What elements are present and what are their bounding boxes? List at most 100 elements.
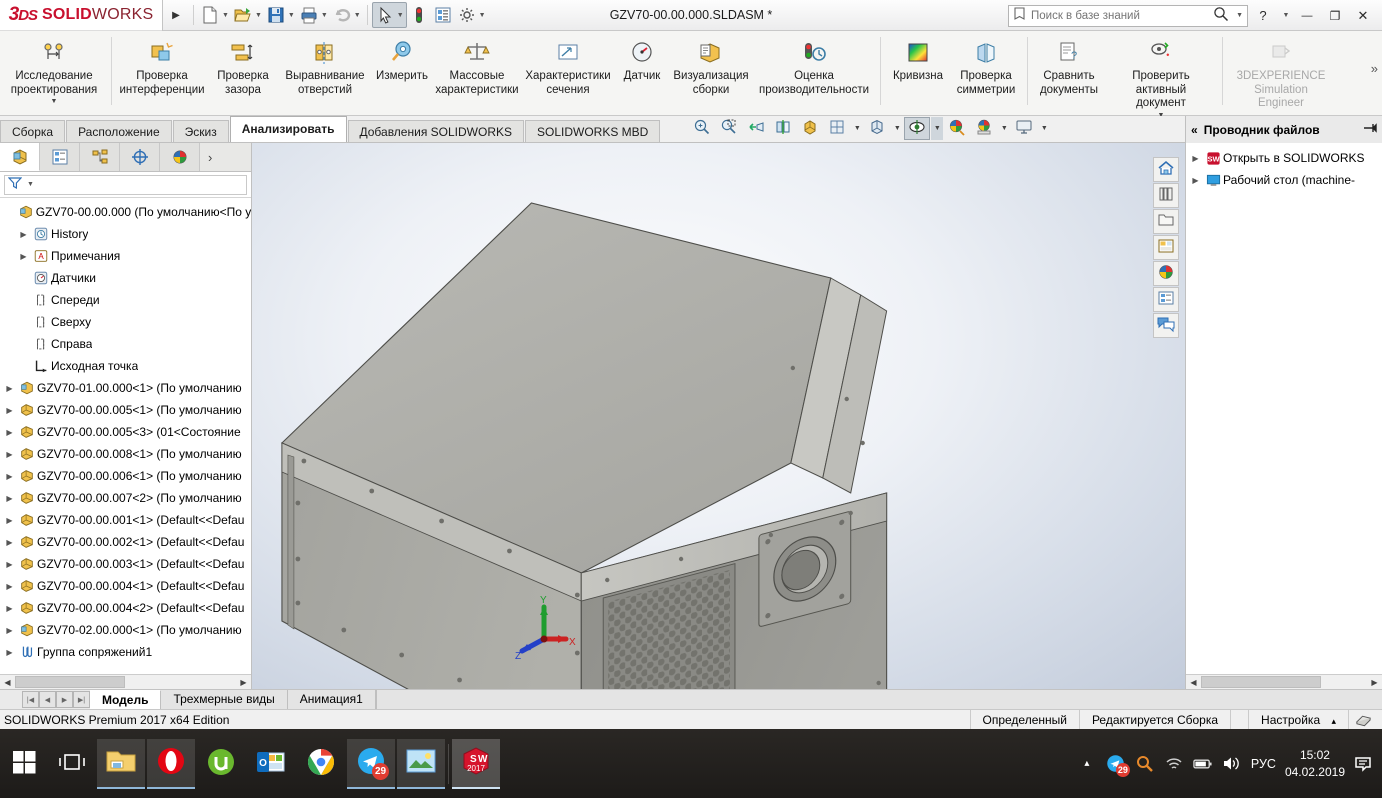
expand-arrow[interactable]: ▶ — [2, 648, 17, 657]
previous-view-button[interactable] — [743, 117, 769, 140]
help-button[interactable]: ? — [1250, 3, 1276, 29]
tree-item[interactable]: Справа — [0, 333, 251, 355]
apply-scene-button[interactable] — [944, 117, 970, 140]
clock[interactable]: 15:02 04.02.2019 — [1285, 747, 1345, 779]
expand-arrow[interactable]: ▶ — [16, 252, 31, 261]
tree-item[interactable]: ▶GZV70-02.00.000<1> (По умолчанию — [0, 619, 251, 641]
view-setting-appearance-button[interactable] — [971, 117, 997, 140]
ribbon-expand-button[interactable]: » — [1371, 61, 1378, 76]
select-button[interactable]: ▼ — [372, 2, 407, 28]
collapse-panel-button[interactable]: « — [1191, 123, 1198, 137]
expand-arrow[interactable]: ▶ — [2, 384, 17, 393]
solidworks-forum-button[interactable] — [1153, 313, 1179, 338]
expand-arrow[interactable]: ▶ — [1188, 176, 1203, 185]
tab-evaluate[interactable]: Анализировать — [230, 116, 347, 142]
tree-item[interactable]: Сверху — [0, 311, 251, 333]
expand-arrow[interactable]: ▶ — [2, 626, 17, 635]
taskbar-file-explorer[interactable] — [97, 739, 145, 789]
rebuild-button[interactable] — [407, 2, 431, 28]
tree-item[interactable]: ▶AПримечания — [0, 245, 251, 267]
tab-solidworks-addins[interactable]: Добавления SOLIDWORKS — [348, 120, 525, 142]
expand-arrow[interactable]: ▶ — [2, 516, 17, 525]
expand-arrow[interactable]: ▶ — [2, 582, 17, 591]
zoom-to-fit-button[interactable] — [689, 117, 715, 140]
file-explorer-hscrollbar[interactable]: ◀ ▶ — [1186, 674, 1382, 689]
scroll-right-button[interactable]: ▶ — [1367, 675, 1382, 690]
ribbon-item-sensor[interactable]: Датчик — [615, 35, 669, 84]
filter-input-box[interactable]: ▼ — [4, 175, 247, 195]
expand-arrow[interactable]: ▶ — [2, 428, 17, 437]
viewport-layout-button[interactable] — [1011, 117, 1037, 140]
wifi-icon[interactable] — [1164, 754, 1184, 774]
tab-layout[interactable]: Расположение — [66, 120, 172, 142]
tree-item[interactable]: ▶GZV70-00.00.003<1> (Default<<Defau — [0, 553, 251, 575]
feature-manager-tab[interactable] — [0, 143, 40, 171]
tree-item[interactable]: ▶Группа сопряжений1 — [0, 641, 251, 663]
taskbar-opera[interactable] — [147, 739, 195, 789]
3d-model[interactable] — [252, 143, 1185, 689]
knowledge-base-search[interactable]: ▼ — [1008, 5, 1248, 27]
next-tab-button[interactable]: ▶ — [56, 691, 73, 708]
search-input[interactable] — [1031, 10, 1208, 22]
graphics-viewport[interactable]: Y X Z — [252, 143, 1185, 689]
expand-arrow[interactable]: ▶ — [2, 450, 17, 459]
view-orientation-button[interactable] — [797, 117, 823, 140]
tree-item[interactable]: ▶GZV70-00.00.008<1> (По умолчанию — [0, 443, 251, 465]
tray-telegram-icon[interactable]: 29 — [1106, 754, 1126, 774]
scroll-thumb[interactable] — [15, 676, 125, 688]
expand-arrow[interactable]: ▶ — [1188, 154, 1203, 163]
view-settings-button[interactable] — [824, 117, 850, 140]
display-style-caret[interactable]: ▼ — [891, 117, 903, 140]
bottom-tab-model[interactable]: Модель — [90, 690, 161, 710]
home-button[interactable] — [1153, 157, 1179, 182]
ribbon-item-design-study[interactable]: Исследование проектирования ▼ — [2, 35, 106, 106]
taskbar-solidworks[interactable]: S W 2017 — [452, 739, 500, 789]
battery-icon[interactable] — [1193, 754, 1213, 774]
configuration-manager-tab[interactable] — [80, 143, 120, 171]
tree-item[interactable]: ▶History — [0, 223, 251, 245]
ribbon-item-mass-properties[interactable]: Массовые характеристики — [433, 35, 521, 97]
ribbon-item-curvature[interactable]: Кривизна — [886, 35, 950, 84]
prev-tab-button[interactable]: ◀ — [39, 691, 56, 708]
scroll-track[interactable] — [15, 675, 236, 690]
tab-solidworks-mbd[interactable]: SOLIDWORKS MBD — [525, 120, 660, 142]
restore-button[interactable]: ❐ — [1322, 3, 1348, 29]
undo-button[interactable]: ▼ — [330, 2, 363, 28]
property-manager-tab[interactable] — [40, 143, 80, 171]
expand-arrow[interactable]: ▶ — [2, 560, 17, 569]
view-palette-button[interactable] — [1153, 235, 1179, 260]
ribbon-item-interference-check[interactable]: Проверка интерференции — [117, 35, 207, 97]
scroll-left-button[interactable]: ◀ — [1186, 675, 1201, 690]
expand-arrow[interactable]: ▶ — [2, 538, 17, 547]
feature-manager-more-tabs[interactable]: › — [200, 143, 251, 171]
tree-item[interactable]: ▶GZV70-00.00.007<2> (По умолчанию — [0, 487, 251, 509]
ribbon-item-measure[interactable]: Измерить — [371, 35, 433, 84]
section-view-button[interactable] — [770, 117, 796, 140]
ribbon-item-section-properties[interactable]: Характеристики сечения — [521, 35, 615, 97]
ribbon-item-hole-alignment[interactable]: Выравнивание отверстий — [279, 35, 371, 97]
hide-show-items-caret[interactable]: ▼ — [931, 117, 943, 140]
last-tab-button[interactable]: ▶| — [73, 691, 90, 708]
help-dropdown[interactable]: ▼ — [1278, 3, 1292, 29]
tree-item[interactable]: Исходная точка — [0, 355, 251, 377]
display-manager-tab[interactable] — [160, 143, 200, 171]
chevron-down-icon[interactable]: ▼ — [51, 98, 58, 106]
tree-item[interactable]: ▶GZV70-00.00.001<1> (Default<<Defau — [0, 509, 251, 531]
expand-arrow[interactable]: ▶ — [16, 230, 31, 239]
ribbon-item-assembly-visualization[interactable]: Визуализация сборки — [669, 35, 753, 97]
solidworks-logo[interactable]: 3DS SOLIDWORKS — [0, 0, 163, 31]
open-document-button[interactable]: ▼ — [231, 2, 264, 28]
viewport-layout-caret[interactable]: ▼ — [1038, 117, 1050, 140]
ribbon-item-compare-documents[interactable]: ? Сравнить документы — [1033, 35, 1105, 97]
expand-arrow[interactable]: ▶ — [2, 494, 17, 503]
feature-tree-hscrollbar[interactable]: ◀ ▶ — [0, 674, 251, 689]
scroll-track[interactable] — [1201, 675, 1367, 690]
task-view-button[interactable] — [48, 729, 96, 798]
start-button[interactable] — [0, 729, 48, 798]
filter-dropdown-caret[interactable]: ▼ — [27, 181, 34, 188]
custom-properties-button[interactable] — [1153, 287, 1179, 312]
taskbar-outlook[interactable]: O — [247, 739, 295, 789]
file-explorer-item-open-in-solidworks[interactable]: ▶ SW Открыть в SOLIDWORKS — [1186, 147, 1382, 169]
language-indicator[interactable]: РУС — [1251, 757, 1276, 771]
tree-item[interactable]: ▶GZV70-00.00.005<1> (По умолчанию — [0, 399, 251, 421]
